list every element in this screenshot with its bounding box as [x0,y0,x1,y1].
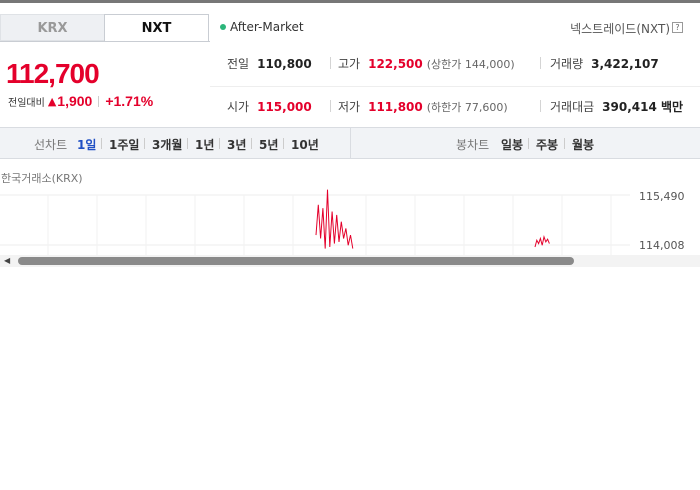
open-label: 시가 [227,100,250,114]
scroll-left-icon[interactable]: ◀ [4,256,10,265]
chart-canvas: 115,490 114,008 [0,189,685,255]
market-tabs: KRX NXT [0,14,210,42]
period-10year[interactable]: 10년 [291,136,319,153]
prev-close-value: 110,800 [257,56,312,71]
tab-nxt[interactable]: NXT [104,14,209,41]
low-label: 저가 [338,100,361,114]
amount-label: 거래대금 [550,100,595,114]
info-row-divider [210,86,700,87]
line-chart-label: 선차트 [34,138,68,152]
info-divider [330,100,331,112]
period-3month[interactable]: 3개월 [152,136,182,153]
help-icon[interactable]: ? [672,22,683,33]
top-border [0,0,700,3]
info-divider [540,100,541,112]
period-divider [283,138,284,149]
price-chart: 한국거래소(KRX) 115,490 114,008 [0,159,700,269]
change-percent: +1.71% [105,93,154,109]
high-value: 122,500 [368,56,423,71]
y-tick-mid: 114,008 [639,239,685,252]
period-divider [101,138,102,149]
period-divider [528,138,529,149]
tab-krx[interactable]: KRX [0,14,105,41]
volume: 거래량 3,422,107 [550,55,659,72]
period-divider [251,138,252,149]
change-divider [98,95,100,107]
period-divider [144,138,145,149]
low-price: 저가 111,800 (하한가 77,600) [338,98,508,115]
scrollbar-thumb[interactable] [18,257,574,265]
price-line-a [315,189,354,249]
status-dot-icon [220,24,226,30]
period-1week[interactable]: 1주일 [109,136,139,153]
open-value: 115,000 [257,99,312,114]
period-1day[interactable]: 1일 [77,136,96,153]
period-1year[interactable]: 1년 [195,136,214,153]
change-label: 전일대비 [8,97,45,109]
period-5year[interactable]: 5년 [259,136,278,153]
period-divider [219,138,220,149]
trade-amount: 거래대금 390,414 백만 [550,98,683,115]
volume-label: 거래량 [550,57,584,71]
candle-weekly[interactable]: 주봉 [536,136,558,153]
upper-limit: (상한가 144,000) [426,57,515,71]
change-value: 1,900 [57,93,93,109]
y-tick-top: 115,490 [639,190,685,203]
info-divider [330,57,331,69]
open-price: 시가 115,000 [227,98,312,115]
high-price: 고가 122,500 (상한가 144,000) [338,55,515,72]
amount-value: 390,414 백만 [602,100,684,114]
chart-scrollbar[interactable]: ◀ [0,255,700,267]
current-price: 112,700 [6,58,100,89]
exchange-name: 넥스트레이드(NXT) [570,22,670,36]
after-market-status: After-Market [220,20,304,34]
after-market-label: After-Market [230,20,304,34]
period-divider [187,138,188,149]
volume-value: 3,422,107 [591,56,659,71]
candle-chart-label: 봉차트 [456,138,490,152]
lower-limit: (하한가 77,600) [426,100,508,114]
candle-daily[interactable]: 일봉 [501,136,523,153]
info-divider [540,57,541,69]
period-divider [564,138,565,149]
tabs-underline [0,41,210,42]
prev-close: 전일 110,800 [227,55,312,72]
price-change: 전일대비 ▲ 1,900 +1.71% [8,93,153,109]
prev-close-label: 전일 [227,57,250,71]
up-triangle-icon: ▲ [47,94,57,108]
period-3year[interactable]: 3년 [227,136,246,153]
low-value: 111,800 [368,99,423,114]
candle-monthly[interactable]: 월봉 [572,136,594,153]
period-bar: 선차트 1일 1주일 3개월 1년 3년 5년 10년 봉차트 일봉 주봉 월봉 [0,127,700,159]
high-label: 고가 [338,57,361,71]
bar-divider [350,128,351,158]
